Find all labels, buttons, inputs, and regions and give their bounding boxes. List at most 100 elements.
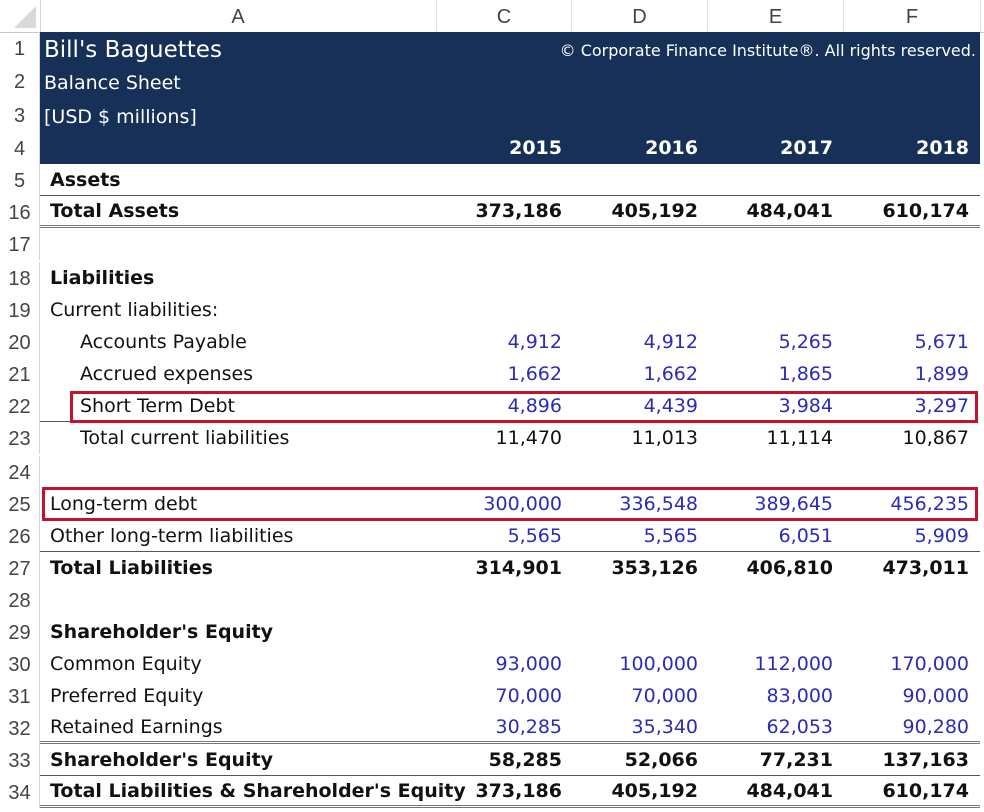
row-header[interactable]: 3 <box>0 98 40 132</box>
row-header[interactable]: 2 <box>0 64 40 98</box>
value-cell-2018[interactable]: 3,297 <box>833 390 969 422</box>
value-cell-2017[interactable]: 62,053 <box>698 712 833 741</box>
row-header[interactable]: 30 <box>0 648 40 680</box>
value-cell-2016[interactable]: 405,192 <box>562 776 698 805</box>
row-header[interactable]: 24 <box>0 456 40 488</box>
row-label[interactable]: Shareholder's Equity <box>50 744 273 775</box>
row-label[interactable]: Assets <box>50 164 121 195</box>
value-cell-2016[interactable]: 4,912 <box>562 326 698 358</box>
value-cell-2018[interactable]: 1,899 <box>833 358 969 390</box>
company-name[interactable]: Bill's Baguettes <box>44 32 222 68</box>
value-cell-2017[interactable]: 3,984 <box>698 390 833 422</box>
value-cell-2016[interactable]: 4,439 <box>562 390 698 422</box>
row-label[interactable]: Retained Earnings <box>50 712 223 741</box>
value-cell-2017[interactable]: 484,041 <box>698 776 833 805</box>
row-header[interactable]: 26 <box>0 520 40 552</box>
statement-title[interactable]: Balance Sheet <box>44 66 181 100</box>
value-cell-2018[interactable]: 90,000 <box>833 680 969 712</box>
value-cell-2015[interactable]: 93,000 <box>420 648 562 680</box>
value-cell-2018[interactable]: 10,867 <box>833 422 969 454</box>
value-cell-2016[interactable]: 1,662 <box>562 358 698 390</box>
value-cell-2016[interactable]: 100,000 <box>562 648 698 680</box>
value-cell-2016[interactable]: 52,066 <box>562 744 698 775</box>
row-header[interactable]: 16 <box>0 196 40 228</box>
value-cell-2017[interactable]: 6,051 <box>698 520 833 551</box>
row-header[interactable]: 18 <box>0 262 40 294</box>
row-header[interactable]: 29 <box>0 616 40 648</box>
value-cell-2017[interactable]: 389,645 <box>698 488 833 520</box>
value-cell-2017[interactable]: 5,265 <box>698 326 833 358</box>
value-cell-2017[interactable]: 1,865 <box>698 358 833 390</box>
value-cell-2017[interactable]: 77,231 <box>698 744 833 775</box>
value-cell-2015[interactable]: 373,186 <box>420 196 562 225</box>
row-header[interactable]: 17 <box>0 228 40 260</box>
units-label[interactable]: [USD $ millions] <box>44 100 197 134</box>
select-all-corner[interactable] <box>0 0 41 32</box>
value-cell-2017[interactable]: 112,000 <box>698 648 833 680</box>
row-header[interactable]: 31 <box>0 680 40 712</box>
value-cell-2016[interactable]: 35,340 <box>562 712 698 741</box>
value-cell-2016[interactable]: 353,126 <box>562 552 698 584</box>
value-cell-2016[interactable]: 405,192 <box>562 196 698 225</box>
column-header-e[interactable]: E <box>708 0 844 32</box>
row-label[interactable]: Current liabilities: <box>50 294 218 326</box>
value-cell-2015[interactable]: 1,662 <box>420 358 562 390</box>
row-header[interactable]: 32 <box>0 712 40 744</box>
value-cell-2015[interactable]: 373,186 <box>420 776 562 805</box>
row-label[interactable]: Common Equity <box>50 648 202 680</box>
value-cell-2015[interactable]: 30,285 <box>420 712 562 741</box>
row-header[interactable]: 5 <box>0 164 40 196</box>
row-label[interactable]: Total Assets <box>50 196 179 225</box>
value-cell-2016[interactable]: 336,548 <box>562 488 698 520</box>
value-cell-2018[interactable]: 170,000 <box>833 648 969 680</box>
year-2018[interactable]: 2018 <box>833 132 969 164</box>
value-cell-2018[interactable]: 610,174 <box>833 776 969 805</box>
value-cell-2015[interactable]: 4,912 <box>420 326 562 358</box>
year-2015[interactable]: 2015 <box>420 132 562 164</box>
value-cell-2018[interactable]: 610,174 <box>833 196 969 225</box>
value-cell-2016[interactable]: 11,013 <box>562 422 698 454</box>
value-cell-2015[interactable]: 58,285 <box>420 744 562 775</box>
row-label[interactable]: Shareholder's Equity <box>50 616 273 648</box>
value-cell-2018[interactable]: 90,280 <box>833 712 969 741</box>
row-header[interactable]: 25 <box>0 488 40 520</box>
row-label[interactable]: Total current liabilities <box>80 422 289 454</box>
row-header[interactable]: 19 <box>0 294 40 326</box>
row-header[interactable]: 33 <box>0 744 40 776</box>
value-cell-2018[interactable]: 456,235 <box>833 488 969 520</box>
value-cell-2015[interactable]: 4,896 <box>420 390 562 422</box>
value-cell-2015[interactable]: 300,000 <box>420 488 562 520</box>
row-header[interactable]: 27 <box>0 552 40 584</box>
row-label[interactable]: Accrued expenses <box>80 358 253 390</box>
row-header[interactable]: 21 <box>0 358 40 390</box>
value-cell-2017[interactable]: 11,114 <box>698 422 833 454</box>
column-header-c[interactable]: C <box>437 0 572 32</box>
value-cell-2018[interactable]: 5,909 <box>833 520 969 551</box>
row-header[interactable]: 4 <box>0 132 40 164</box>
row-label[interactable]: Total Liabilities <box>50 552 213 584</box>
row-header[interactable]: 1 <box>0 32 40 64</box>
year-2017[interactable]: 2017 <box>698 132 833 164</box>
value-cell-2017[interactable]: 406,810 <box>698 552 833 584</box>
value-cell-2018[interactable]: 473,011 <box>833 552 969 584</box>
value-cell-2018[interactable]: 137,163 <box>833 744 969 775</box>
row-header[interactable]: 28 <box>0 584 40 616</box>
value-cell-2015[interactable]: 5,565 <box>420 520 562 551</box>
year-2016[interactable]: 2016 <box>562 132 698 164</box>
value-cell-2018[interactable]: 5,671 <box>833 326 969 358</box>
value-cell-2016[interactable]: 70,000 <box>562 680 698 712</box>
row-label[interactable]: Accounts Payable <box>80 326 247 358</box>
row-label[interactable]: Liabilities <box>50 262 154 294</box>
value-cell-2015[interactable]: 70,000 <box>420 680 562 712</box>
row-label[interactable]: Long-term debt <box>50 488 197 520</box>
row-label[interactable]: Preferred Equity <box>50 680 203 712</box>
row-header[interactable]: 23 <box>0 422 40 454</box>
column-header-f[interactable]: F <box>844 0 981 32</box>
row-label[interactable]: Short Term Debt <box>80 390 235 422</box>
row-label[interactable]: Total Liabilities & Shareholder's Equity <box>50 776 466 805</box>
row-label[interactable]: Other long-term liabilities <box>50 520 293 551</box>
value-cell-2015[interactable]: 11,470 <box>420 422 562 454</box>
row-header[interactable]: 34 <box>0 776 40 808</box>
row-header[interactable]: 22 <box>0 390 40 422</box>
column-header-a[interactable]: A <box>40 0 437 32</box>
